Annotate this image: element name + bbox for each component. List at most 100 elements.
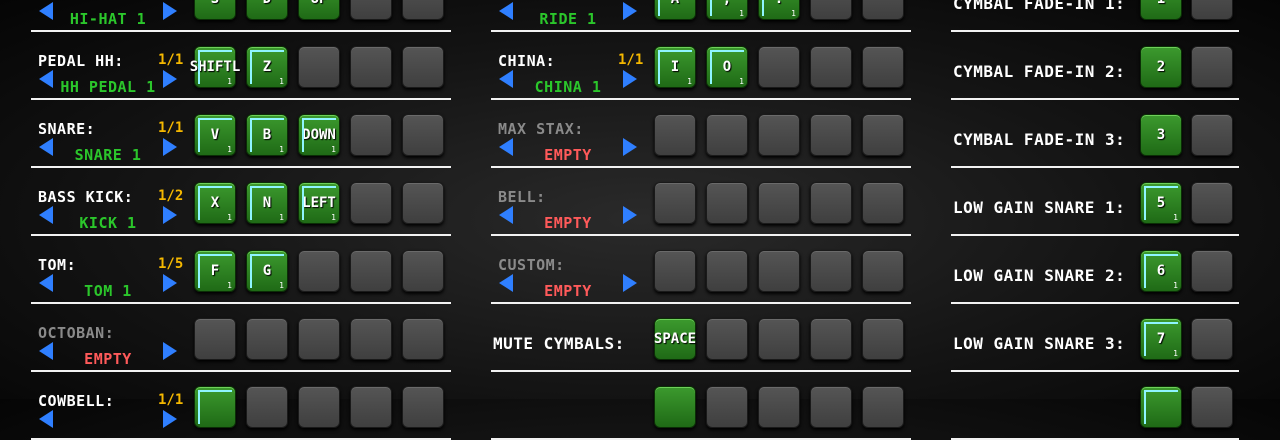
key-binding-slot[interactable] <box>1140 386 1182 428</box>
next-voice-arrow-icon[interactable] <box>163 342 177 360</box>
key-binding-slot[interactable] <box>706 318 748 360</box>
key-binding-slot[interactable]: S <box>194 0 236 20</box>
key-binding-slot[interactable] <box>402 114 444 156</box>
key-binding-slot[interactable] <box>1191 114 1233 156</box>
key-binding-slot[interactable] <box>1191 386 1233 428</box>
key-binding-slot[interactable] <box>810 114 852 156</box>
prev-voice-arrow-icon[interactable] <box>39 274 53 292</box>
next-voice-arrow-icon[interactable] <box>163 410 177 428</box>
key-binding-slot[interactable] <box>758 386 800 428</box>
prev-voice-arrow-icon[interactable] <box>39 2 53 20</box>
next-voice-arrow-icon[interactable] <box>163 2 177 20</box>
key-binding-slot[interactable] <box>862 0 904 20</box>
key-binding-slot[interactable] <box>350 114 392 156</box>
key-binding-slot[interactable] <box>402 318 444 360</box>
key-binding-slot[interactable] <box>402 182 444 224</box>
key-binding-slot[interactable] <box>298 318 340 360</box>
key-binding-slot[interactable] <box>194 318 236 360</box>
prev-voice-arrow-icon[interactable] <box>39 342 53 360</box>
key-binding-slot[interactable] <box>706 386 748 428</box>
key-binding-slot[interactable]: 51 <box>1140 182 1182 224</box>
key-binding-slot[interactable]: B1 <box>246 114 288 156</box>
key-binding-slot[interactable]: DOWN 1 <box>298 114 340 156</box>
key-binding-slot[interactable] <box>654 182 696 224</box>
key-binding-slot[interactable]: SPACE <box>654 318 696 360</box>
next-voice-arrow-icon[interactable] <box>163 70 177 88</box>
key-binding-slot[interactable] <box>758 182 800 224</box>
key-binding-slot[interactable] <box>298 46 340 88</box>
key-binding-slot[interactable]: 2 <box>1140 46 1182 88</box>
key-binding-slot[interactable] <box>194 386 236 428</box>
key-binding-slot[interactable] <box>350 318 392 360</box>
key-binding-slot[interactable]: F1 <box>194 250 236 292</box>
prev-voice-arrow-icon[interactable] <box>39 70 53 88</box>
key-binding-slot[interactable]: I1 <box>654 46 696 88</box>
prev-voice-arrow-icon[interactable] <box>499 274 513 292</box>
key-binding-slot[interactable] <box>654 386 696 428</box>
key-binding-slot[interactable]: N1 <box>246 182 288 224</box>
next-voice-arrow-icon[interactable] <box>623 2 637 20</box>
key-binding-slot[interactable] <box>298 250 340 292</box>
key-binding-slot[interactable]: X1 <box>194 182 236 224</box>
key-binding-slot[interactable] <box>862 386 904 428</box>
key-binding-slot[interactable]: :1 <box>758 0 800 20</box>
key-binding-slot[interactable] <box>758 114 800 156</box>
key-binding-slot[interactable] <box>402 46 444 88</box>
next-voice-arrow-icon[interactable] <box>163 206 177 224</box>
key-binding-slot[interactable]: UP <box>298 0 340 20</box>
key-binding-slot[interactable]: 71 <box>1140 318 1182 360</box>
next-voice-arrow-icon[interactable] <box>623 274 637 292</box>
key-binding-slot[interactable] <box>810 386 852 428</box>
key-binding-slot[interactable] <box>1191 0 1233 20</box>
key-binding-slot[interactable]: 1 <box>1140 0 1182 20</box>
prev-voice-arrow-icon[interactable] <box>39 410 53 428</box>
key-binding-slot[interactable] <box>758 318 800 360</box>
key-binding-slot[interactable] <box>350 0 392 20</box>
key-binding-slot[interactable] <box>1191 182 1233 224</box>
key-binding-slot[interactable] <box>298 386 340 428</box>
key-binding-slot[interactable] <box>654 250 696 292</box>
prev-voice-arrow-icon[interactable] <box>499 138 513 156</box>
key-binding-slot[interactable] <box>1191 318 1233 360</box>
key-binding-slot[interactable]: ;1 <box>706 0 748 20</box>
key-binding-slot[interactable] <box>246 318 288 360</box>
key-binding-slot[interactable] <box>246 386 288 428</box>
key-binding-slot[interactable] <box>402 250 444 292</box>
key-binding-slot[interactable]: V1 <box>194 114 236 156</box>
key-binding-slot[interactable] <box>810 250 852 292</box>
key-binding-slot[interactable]: O1 <box>706 46 748 88</box>
prev-voice-arrow-icon[interactable] <box>499 2 513 20</box>
key-binding-slot[interactable]: Z1 <box>246 46 288 88</box>
key-binding-slot[interactable] <box>810 46 852 88</box>
next-voice-arrow-icon[interactable] <box>623 70 637 88</box>
next-voice-arrow-icon[interactable] <box>163 138 177 156</box>
key-binding-slot[interactable] <box>758 46 800 88</box>
key-binding-slot[interactable] <box>706 114 748 156</box>
key-binding-slot[interactable]: LEFT 1 <box>298 182 340 224</box>
key-binding-slot[interactable] <box>810 318 852 360</box>
prev-voice-arrow-icon[interactable] <box>39 206 53 224</box>
key-binding-slot[interactable] <box>350 46 392 88</box>
key-binding-slot[interactable] <box>706 250 748 292</box>
key-binding-slot[interactable] <box>758 250 800 292</box>
key-binding-slot[interactable] <box>862 250 904 292</box>
key-binding-slot[interactable] <box>810 182 852 224</box>
prev-voice-arrow-icon[interactable] <box>499 206 513 224</box>
prev-voice-arrow-icon[interactable] <box>39 138 53 156</box>
next-voice-arrow-icon[interactable] <box>163 274 177 292</box>
key-binding-slot[interactable]: 3 <box>1140 114 1182 156</box>
key-binding-slot[interactable] <box>810 0 852 20</box>
next-voice-arrow-icon[interactable] <box>623 138 637 156</box>
key-binding-slot[interactable] <box>862 182 904 224</box>
key-binding-slot[interactable]: G1 <box>246 250 288 292</box>
key-binding-slot[interactable] <box>1191 250 1233 292</box>
key-binding-slot[interactable] <box>862 114 904 156</box>
key-binding-slot[interactable] <box>706 182 748 224</box>
key-binding-slot[interactable] <box>654 114 696 156</box>
key-binding-slot[interactable] <box>1191 46 1233 88</box>
prev-voice-arrow-icon[interactable] <box>499 70 513 88</box>
key-binding-slot[interactable]: SHIFTL 1 <box>190 46 240 88</box>
key-binding-slot[interactable] <box>350 250 392 292</box>
key-binding-slot[interactable]: 61 <box>1140 250 1182 292</box>
key-binding-slot[interactable] <box>402 386 444 428</box>
